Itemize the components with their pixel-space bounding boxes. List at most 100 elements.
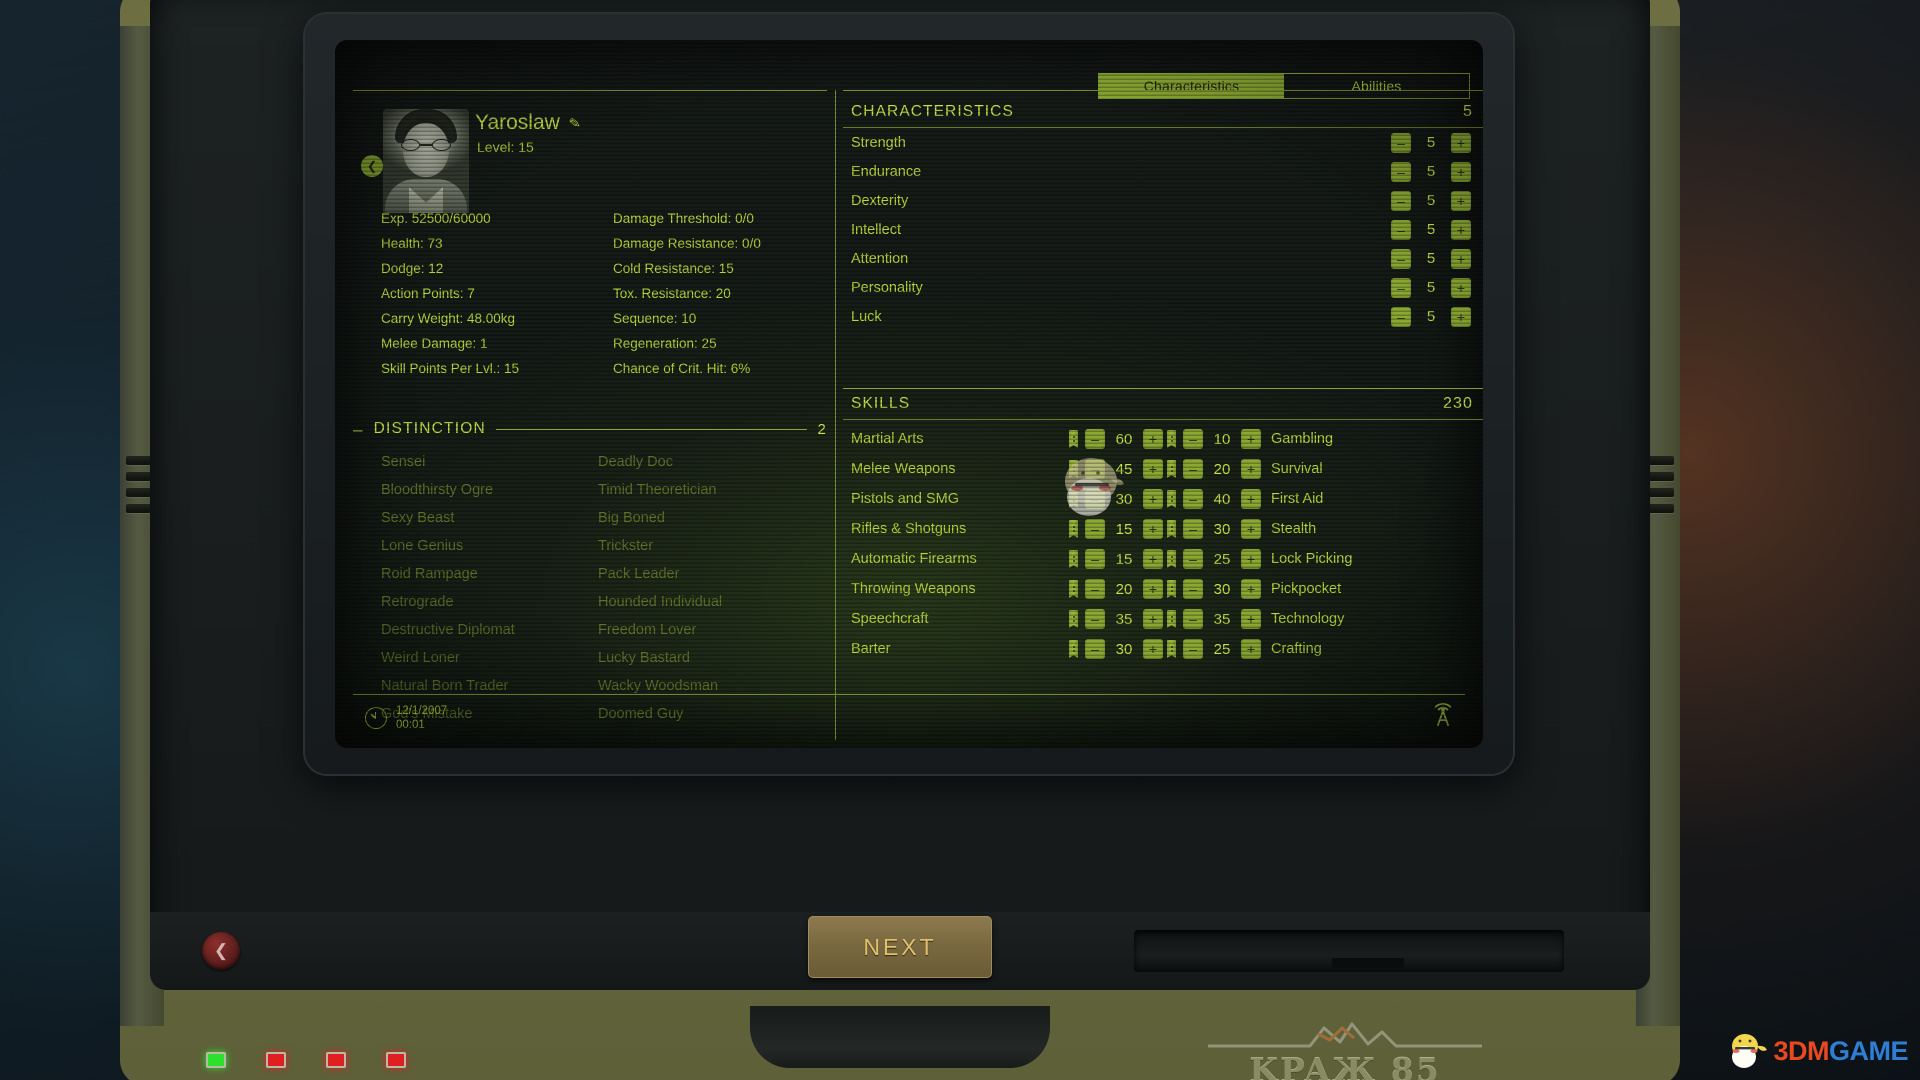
increment-button[interactable]: +: [1143, 489, 1163, 509]
distinction-item[interactable]: Lucky Bastard: [598, 644, 827, 672]
decrement-button[interactable]: –: [1183, 429, 1203, 449]
bookmark-tag-icon[interactable]: [1069, 490, 1078, 508]
skill-name[interactable]: First Aid: [1261, 491, 1483, 507]
distinction-item[interactable]: Big Boned: [598, 504, 827, 532]
skill-name[interactable]: Pistols and SMG: [851, 491, 1069, 507]
next-button[interactable]: NEXT: [808, 916, 992, 978]
bookmark-tag-icon[interactable]: [1167, 520, 1176, 538]
decrement-button[interactable]: –: [1183, 459, 1203, 479]
increment-button[interactable]: +: [1241, 489, 1261, 509]
decrement-button[interactable]: –: [1391, 191, 1411, 211]
bookmark-tag-icon[interactable]: [1167, 610, 1176, 628]
skill-name[interactable]: Pickpocket: [1261, 581, 1483, 597]
increment-button[interactable]: +: [1241, 429, 1261, 449]
distinction-item[interactable]: Pack Leader: [598, 560, 827, 588]
distinction-item[interactable]: Deadly Doc: [598, 448, 827, 476]
bookmark-tag-icon[interactable]: [1167, 460, 1176, 478]
bookmark-tag-icon[interactable]: [1167, 490, 1176, 508]
skill-name[interactable]: Speechcraft: [851, 611, 1069, 627]
characteristic-row[interactable]: Dexterity – 5 +: [843, 186, 1483, 215]
skill-name[interactable]: Crafting: [1261, 641, 1483, 657]
bookmark-tag-icon[interactable]: [1167, 580, 1176, 598]
distinction-item[interactable]: Destructive Diplomat: [381, 616, 590, 644]
skill-name[interactable]: Martial Arts: [851, 431, 1069, 447]
increment-button[interactable]: +: [1451, 220, 1471, 240]
decrement-button[interactable]: –: [1085, 639, 1105, 659]
decrement-button[interactable]: –: [1085, 489, 1105, 509]
distinction-item[interactable]: Bloodthirsty Ogre: [381, 476, 590, 504]
increment-button[interactable]: +: [1241, 549, 1261, 569]
radio-tower-icon[interactable]: [1429, 702, 1457, 728]
decrement-button[interactable]: –: [1183, 579, 1203, 599]
increment-button[interactable]: +: [1143, 639, 1163, 659]
decrement-button[interactable]: –: [1391, 220, 1411, 240]
distinction-item[interactable]: Roid Rampage: [381, 560, 590, 588]
bookmark-tag-icon[interactable]: [1167, 550, 1176, 568]
increment-button[interactable]: +: [1451, 307, 1471, 327]
bookmark-tag-icon[interactable]: [1069, 580, 1078, 598]
skill-name[interactable]: Stealth: [1261, 521, 1483, 537]
distinction-item[interactable]: Timid Theoretician: [598, 476, 827, 504]
decrement-button[interactable]: –: [1183, 609, 1203, 629]
increment-button[interactable]: +: [1451, 249, 1471, 269]
characteristic-row[interactable]: Endurance – 5 +: [843, 157, 1483, 186]
skill-name[interactable]: Gambling: [1261, 431, 1483, 447]
increment-button[interactable]: +: [1143, 549, 1163, 569]
decrement-button[interactable]: –: [1183, 519, 1203, 539]
minus-icon[interactable]: –: [353, 421, 364, 438]
skill-name[interactable]: Melee Weapons: [851, 461, 1069, 477]
skill-name[interactable]: Lock Picking: [1261, 551, 1483, 567]
bookmark-tag-icon[interactable]: [1069, 520, 1078, 538]
characteristic-row[interactable]: Attention – 5 +: [843, 244, 1483, 273]
distinction-item[interactable]: Retrograde: [381, 588, 590, 616]
increment-button[interactable]: +: [1451, 133, 1471, 153]
bookmark-tag-icon[interactable]: [1167, 640, 1176, 658]
increment-button[interactable]: +: [1143, 579, 1163, 599]
increment-button[interactable]: +: [1451, 191, 1471, 211]
distinction-item[interactable]: Hounded Individual: [598, 588, 827, 616]
decrement-button[interactable]: –: [1183, 639, 1203, 659]
bookmark-tag-icon[interactable]: [1069, 610, 1078, 628]
increment-button[interactable]: +: [1451, 278, 1471, 298]
decrement-button[interactable]: –: [1183, 489, 1203, 509]
increment-button[interactable]: +: [1143, 519, 1163, 539]
skill-name[interactable]: Throwing Weapons: [851, 581, 1069, 597]
decrement-button[interactable]: –: [1391, 249, 1411, 269]
decrement-button[interactable]: –: [1183, 549, 1203, 569]
distinction-item[interactable]: Lone Genius: [381, 532, 590, 560]
skill-name[interactable]: Survival: [1261, 461, 1483, 477]
decrement-button[interactable]: –: [1391, 278, 1411, 298]
bookmark-tag-icon[interactable]: [1069, 640, 1078, 658]
decrement-button[interactable]: –: [1391, 162, 1411, 182]
increment-button[interactable]: +: [1241, 519, 1261, 539]
decrement-button[interactable]: –: [1085, 519, 1105, 539]
decrement-button[interactable]: –: [1391, 307, 1411, 327]
increment-button[interactable]: +: [1241, 459, 1261, 479]
increment-button[interactable]: +: [1451, 162, 1471, 182]
skill-name[interactable]: Technology: [1261, 611, 1483, 627]
decrement-button[interactable]: –: [1085, 609, 1105, 629]
distinction-item[interactable]: Sensei: [381, 448, 590, 476]
skill-name[interactable]: Rifles & Shotguns: [851, 521, 1069, 537]
decrement-button[interactable]: –: [1085, 549, 1105, 569]
back-button[interactable]: ❮: [202, 932, 240, 970]
decrement-button[interactable]: –: [1085, 459, 1105, 479]
distinction-item[interactable]: Weird Loner: [381, 644, 590, 672]
increment-button[interactable]: +: [1241, 639, 1261, 659]
decrement-button[interactable]: –: [1391, 133, 1411, 153]
pencil-icon[interactable]: ✎: [568, 114, 582, 132]
bookmark-tag-icon[interactable]: [1069, 460, 1078, 478]
skill-name[interactable]: Barter: [851, 641, 1069, 657]
bookmark-tag-icon[interactable]: [1069, 550, 1078, 568]
distinction-item[interactable]: Freedom Lover: [598, 616, 827, 644]
decrement-button[interactable]: –: [1085, 429, 1105, 449]
distinction-item[interactable]: Trickster: [598, 532, 827, 560]
increment-button[interactable]: +: [1143, 429, 1163, 449]
increment-button[interactable]: +: [1143, 459, 1163, 479]
bookmark-tag-icon[interactable]: [1069, 430, 1078, 448]
increment-button[interactable]: +: [1241, 579, 1261, 599]
skill-name[interactable]: Automatic Firearms: [851, 551, 1069, 567]
increment-button[interactable]: +: [1143, 609, 1163, 629]
characteristic-row[interactable]: Personality – 5 +: [843, 273, 1483, 302]
distinction-item[interactable]: Sexy Beast: [381, 504, 590, 532]
